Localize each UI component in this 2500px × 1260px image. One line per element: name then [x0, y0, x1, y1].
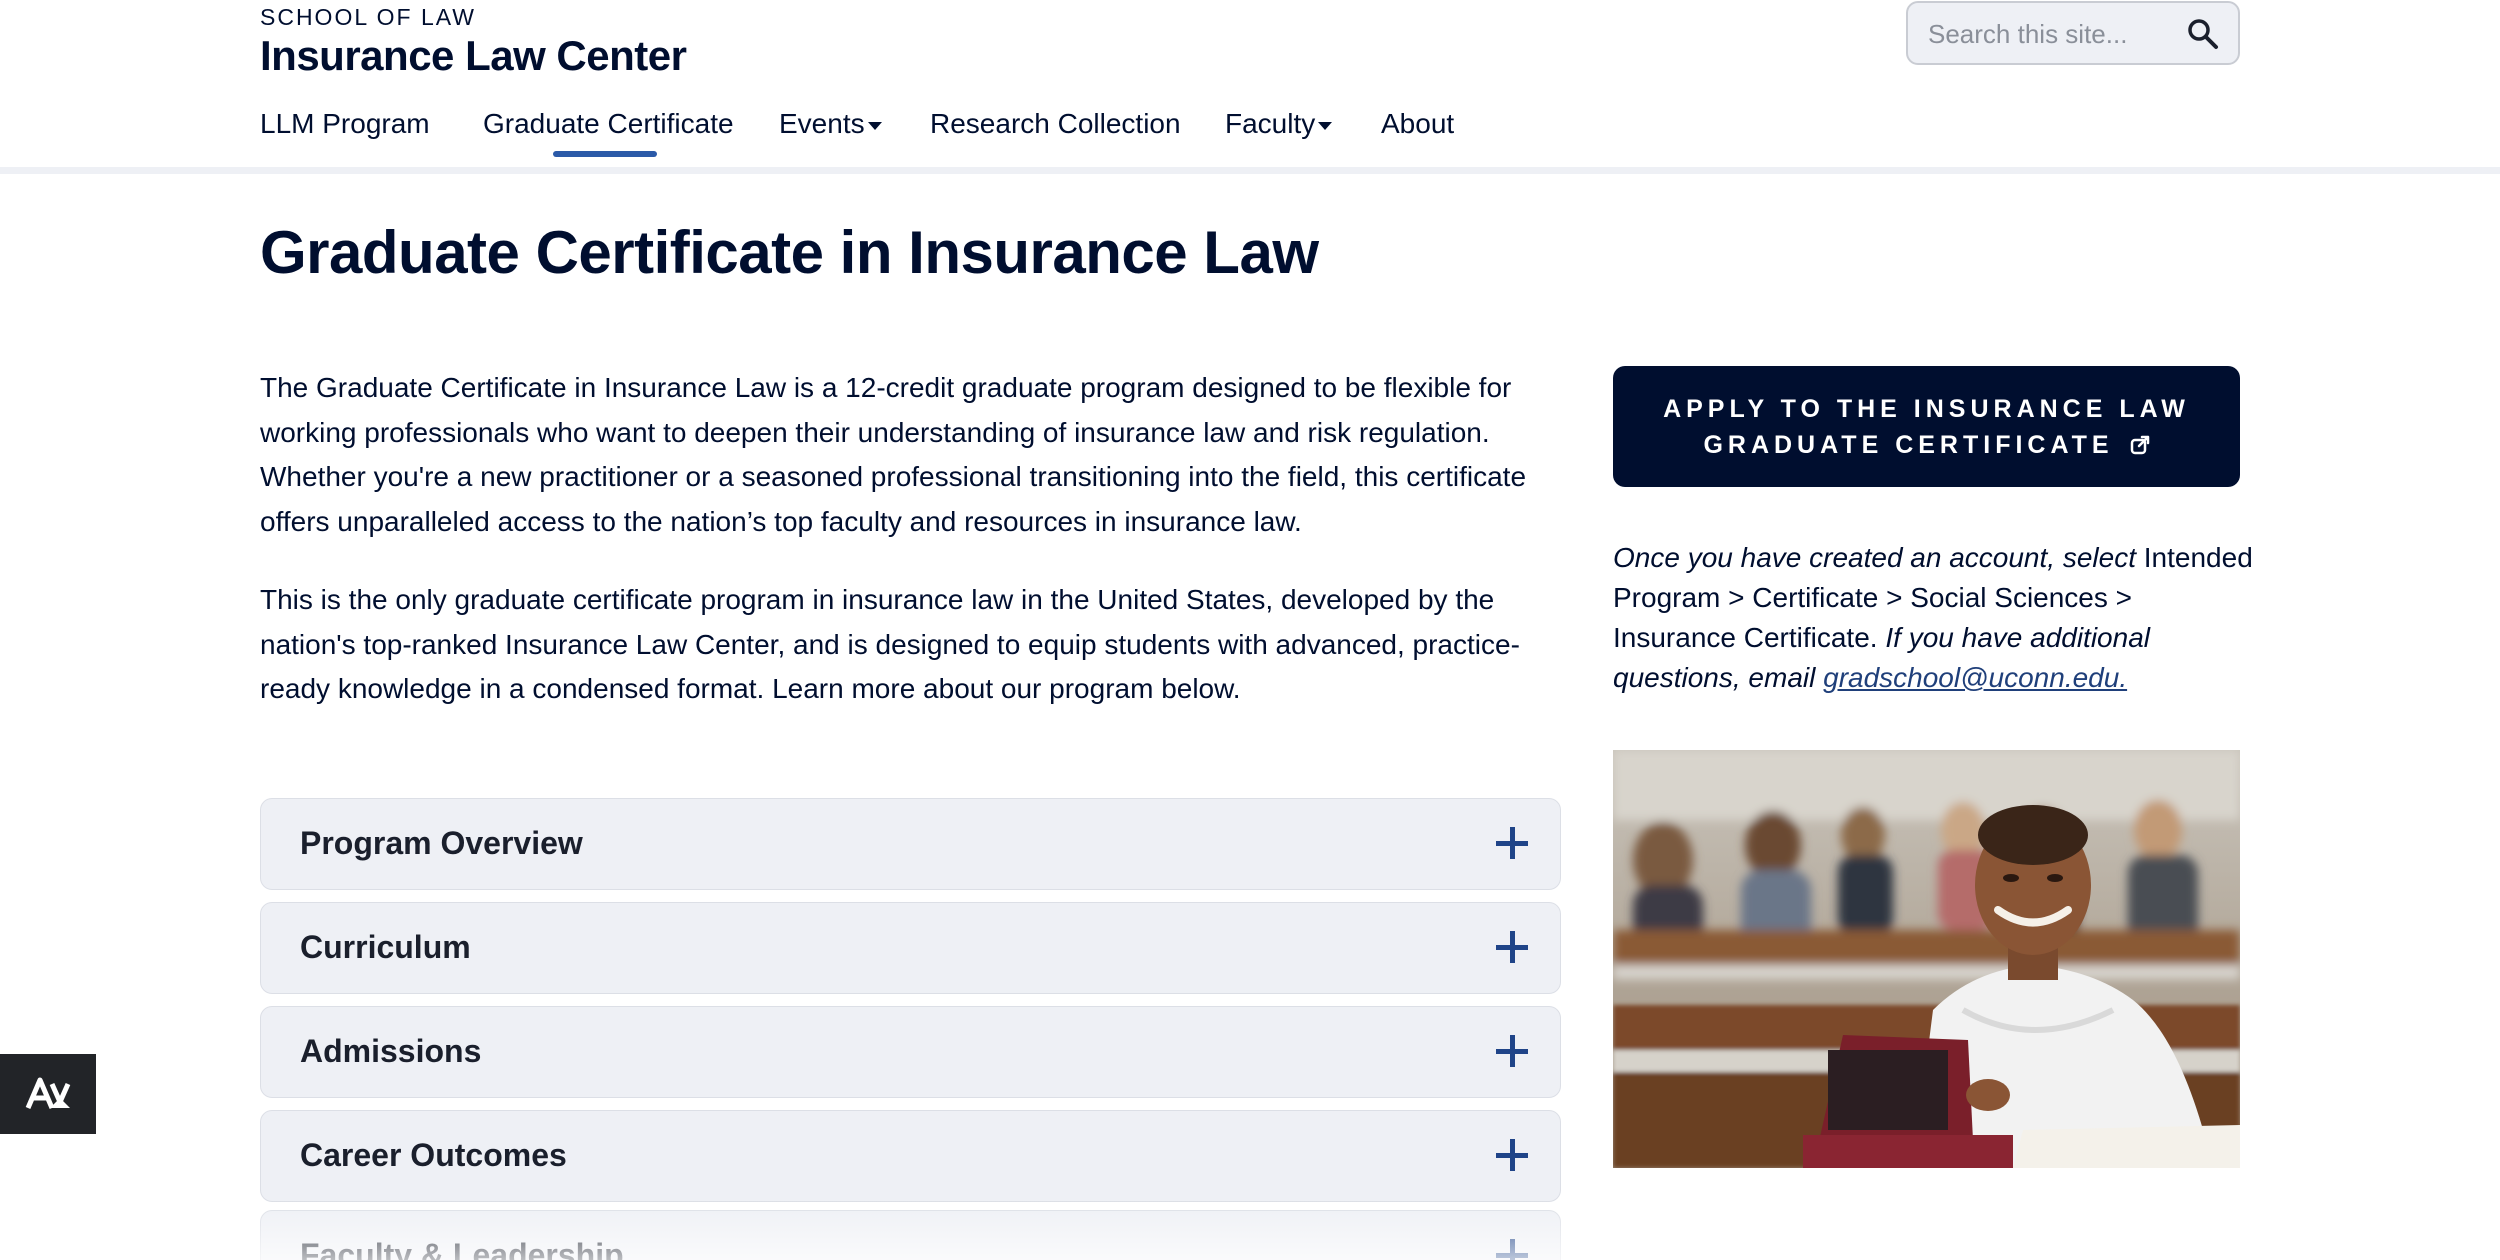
- nav-label: Faculty: [1225, 108, 1316, 139]
- intro-paragraph: This is the only graduate certificate pr…: [260, 584, 1520, 704]
- note-italic: Once you have created an account, select: [1613, 542, 2136, 573]
- nav-label: Events: [779, 108, 865, 139]
- caret-down-icon: [1318, 121, 1333, 130]
- accordion-label: Faculty & Leadership: [300, 1237, 624, 1260]
- nav-active-indicator: [553, 151, 657, 157]
- site-header: SCHOOL OF LAW Insurance Law Center LLM P…: [0, 0, 2500, 174]
- nav-item-graduate-certificate[interactable]: Graduate Certificate: [483, 108, 734, 140]
- application-note: Once you have created an account, select…: [1613, 538, 2253, 698]
- intro-text: The Graduate Certificate in Insurance La…: [260, 366, 1570, 746]
- accessibility-icon: [25, 1077, 71, 1109]
- student-photo: [1613, 750, 2240, 1168]
- plus-icon[interactable]: [1496, 1239, 1530, 1260]
- apply-button-line1: APPLY TO THE INSURANCE LAW: [1663, 395, 2190, 423]
- nav-item-llm-program[interactable]: LLM Program: [260, 108, 430, 140]
- apply-button[interactable]: APPLY TO THE INSURANCE LAW GRADUATE CERT…: [1613, 366, 2240, 487]
- nav-label: Graduate Certificate: [483, 108, 734, 139]
- nav-label: About: [1381, 108, 1455, 139]
- accordion-label: Program Overview: [300, 825, 583, 861]
- intro-paragraph: The Graduate Certificate in Insurance La…: [260, 372, 1527, 537]
- nav-item-about[interactable]: About: [1381, 108, 1454, 140]
- plus-icon[interactable]: [1496, 827, 1530, 861]
- apply-button-line2: GRADUATE CERTIFICATE: [1703, 431, 2114, 459]
- nav-item-faculty[interactable]: Faculty: [1225, 108, 1333, 140]
- site-title[interactable]: Insurance Law Center: [260, 32, 687, 80]
- caret-down-icon: [867, 121, 882, 130]
- accordion-label: Curriculum: [300, 929, 471, 965]
- search-box: [1906, 1, 2240, 65]
- accordion-label: Career Outcomes: [300, 1137, 567, 1173]
- accordion-faculty-leadership[interactable]: Faculty & Leadership: [260, 1210, 1561, 1260]
- search-icon[interactable]: [2186, 17, 2220, 51]
- school-label[interactable]: SCHOOL OF LAW: [260, 4, 476, 31]
- page-title: Graduate Certificate in Insurance Law: [260, 219, 1319, 286]
- nav-item-research-collection[interactable]: Research Collection: [930, 108, 1181, 140]
- plus-icon[interactable]: [1496, 1139, 1530, 1173]
- nav-label: Research Collection: [930, 108, 1181, 139]
- email-link[interactable]: gradschool@uconn.edu.: [1823, 662, 2127, 693]
- search-input[interactable]: [1928, 17, 2168, 51]
- accordion-career-outcomes[interactable]: Career Outcomes: [260, 1110, 1561, 1202]
- accordion-clip: Faculty & Leadership: [260, 1210, 1561, 1260]
- plus-icon[interactable]: [1496, 931, 1530, 965]
- accordion-curriculum[interactable]: Curriculum: [260, 902, 1561, 994]
- external-link-icon: [2130, 435, 2149, 455]
- plus-icon[interactable]: [1496, 1035, 1530, 1069]
- accordion-label: Admissions: [300, 1033, 482, 1069]
- program-accordion: Program Overview Curriculum Admissions C…: [260, 798, 1561, 1214]
- accordion-program-overview[interactable]: Program Overview: [260, 798, 1561, 890]
- nav-label: LLM Program: [260, 108, 430, 139]
- accessibility-widget[interactable]: [0, 1054, 96, 1134]
- classroom-image: [1613, 750, 2240, 1168]
- nav-item-events[interactable]: Events: [779, 108, 882, 140]
- accordion-admissions[interactable]: Admissions: [260, 1006, 1561, 1098]
